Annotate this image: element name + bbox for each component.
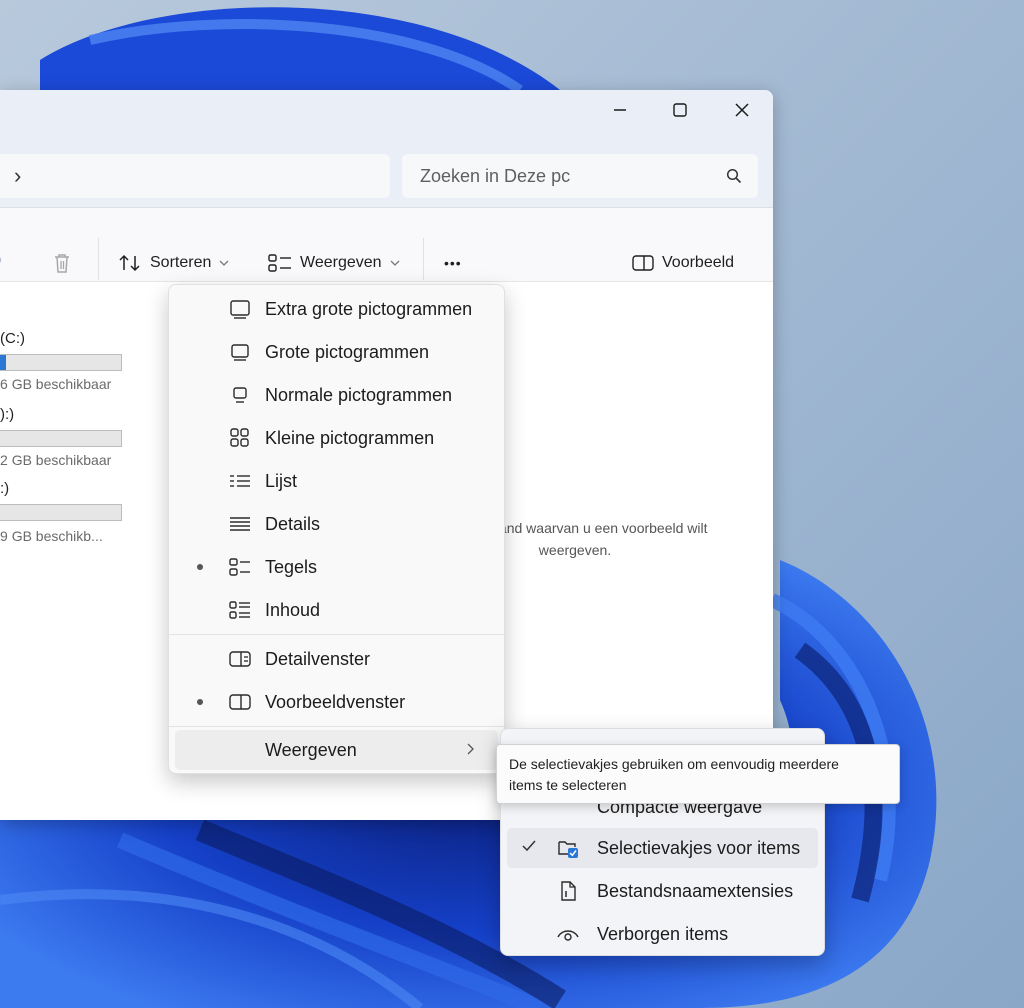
minimize-button[interactable]	[590, 90, 650, 130]
drive-usage-fill	[0, 355, 7, 370]
menu-item-preview-pane[interactable]: Voorbeeldvenster	[175, 682, 498, 722]
menu-item-label: Normale pictogrammen	[265, 385, 453, 405]
menu-item-label: Lijst	[265, 471, 298, 491]
drive-free-prefix: 2	[0, 452, 8, 468]
drive-free-prefix: 6	[0, 376, 8, 392]
menu-item-label: Inhoud	[265, 600, 321, 620]
file-extension-icon	[561, 881, 576, 901]
breadcrumb-chevron-icon[interactable]: ›	[14, 163, 21, 189]
drive-usage-bar	[0, 504, 122, 521]
menu-item-list[interactable]: Lijst	[175, 461, 498, 501]
menu-item-label: Bestandsnaamextensies	[597, 881, 794, 901]
content-icon	[229, 601, 250, 619]
large-icons-icon	[231, 344, 249, 361]
tiles-icon	[229, 558, 250, 576]
drive-usage-bar	[0, 430, 122, 447]
menu-item-show-submenu[interactable]: Weergeven	[175, 730, 498, 770]
delete-icon[interactable]	[52, 252, 72, 274]
menu-item-label: Extra grote pictogrammen	[265, 299, 473, 319]
checkmark-icon	[522, 840, 536, 852]
menu-item-label: Verborgen items	[597, 924, 729, 944]
selected-bullet-icon	[197, 699, 203, 705]
minimize-icon	[614, 109, 626, 111]
menu-separator	[169, 726, 504, 727]
search-input[interactable]: Zoeken in Deze pc	[402, 154, 758, 198]
preview-label: Voorbeeld	[662, 254, 735, 271]
title-bar	[0, 90, 773, 142]
close-icon	[735, 103, 749, 117]
drive-free-space: 9 GB beschikb...	[0, 528, 103, 544]
menu-item-content[interactable]: Inhoud	[175, 590, 498, 630]
menu-item-tiles[interactable]: Tegels	[175, 547, 498, 587]
drive-label: ):)	[0, 406, 15, 423]
maximize-button[interactable]	[650, 90, 710, 130]
sort-label: Sorteren	[150, 254, 212, 271]
menu-item-extra-large-icons[interactable]: Extra grote pictogrammen	[175, 289, 498, 329]
tiles-icon	[268, 254, 291, 272]
command-bar: Sorteren Weergeven ••• Voorbeeld	[0, 208, 773, 282]
menu-item-label: Detailvenster	[265, 649, 371, 669]
drive-free-space: 2 GB beschikbaar	[0, 452, 111, 468]
sub-item-hidden-items[interactable]: Verborgen items	[507, 914, 818, 954]
sub-item-file-extensions[interactable]: Bestandsnaamextensies	[507, 871, 818, 911]
menu-item-label: Selectievakjes voor items	[597, 838, 801, 858]
details-icon	[230, 517, 250, 531]
drive-free-text: GB beschikbaar	[11, 376, 112, 392]
drive-usage-bar	[0, 354, 122, 371]
medium-icons-icon	[233, 387, 247, 403]
selected-bullet-icon	[197, 564, 203, 570]
small-icons-icon	[230, 428, 249, 447]
menu-item-details[interactable]: Details	[175, 504, 498, 544]
maximize-icon	[673, 103, 687, 117]
tooltip-line: De selectievakjes gebruiken om eenvoudig…	[509, 756, 839, 772]
drive-free-space: 6 GB beschikbaar	[0, 376, 111, 392]
view-label: Weergeven	[300, 254, 382, 271]
tooltip-line: items te selecteren	[509, 777, 627, 793]
menu-item-label: Kleine pictogrammen	[265, 428, 435, 448]
search-icon[interactable]	[726, 168, 742, 184]
drive-label: (C:)	[0, 330, 25, 347]
toolbar-separator	[423, 238, 424, 280]
preview-pane-icon	[632, 255, 654, 271]
menu-item-label: Voorbeeldvenster	[265, 692, 406, 712]
view-button[interactable]: Weergeven	[268, 246, 400, 280]
chevron-right-icon	[467, 743, 474, 755]
menu-item-label: Tegels	[265, 557, 318, 577]
drive-free-text: GB beschikbaar	[11, 452, 112, 468]
checkbox-folder-icon	[558, 841, 578, 858]
menu-item-label: Grote pictogrammen	[265, 342, 430, 362]
details-pane-icon	[229, 651, 251, 667]
drive-free-prefix: 9	[0, 528, 8, 544]
menu-item-details-pane[interactable]: Detailvenster	[175, 639, 498, 679]
address-bar[interactable]: ›	[0, 154, 390, 198]
chevron-down-icon	[219, 260, 229, 266]
menu-item-large-icons[interactable]: Grote pictogrammen	[175, 332, 498, 372]
sort-button[interactable]: Sorteren	[118, 246, 229, 280]
search-placeholder: Zoeken in Deze pc	[420, 166, 571, 186]
address-row: › Zoeken in Deze pc	[0, 142, 773, 208]
sub-item-item-checkboxes[interactable]: Selectievakjes voor items	[507, 828, 818, 868]
share-icon[interactable]	[0, 252, 6, 270]
preview-pane-icon	[229, 694, 251, 710]
toolbar-separator	[98, 238, 99, 280]
menu-item-label: Details	[265, 514, 321, 534]
close-button[interactable]	[712, 90, 772, 130]
menu-separator	[169, 634, 504, 635]
drive-free-text: GB beschikb...	[11, 528, 103, 544]
menu-item-small-icons[interactable]: Kleine pictogrammen	[175, 418, 498, 458]
more-icon: •••	[444, 255, 462, 271]
eye-icon	[557, 930, 579, 941]
menu-item-medium-icons[interactable]: Normale pictogrammen	[175, 375, 498, 415]
chevron-down-icon	[390, 260, 399, 266]
extra-large-icons-icon	[230, 300, 250, 319]
list-icon	[230, 475, 250, 487]
sort-icon	[119, 254, 140, 272]
drive-label: :)	[0, 480, 10, 497]
menu-item-label: Weergeven	[265, 740, 357, 760]
view-dropdown-menu: Extra grote pictogrammen Grote pictogram…	[168, 284, 505, 774]
preview-pane-button[interactable]: Voorbeeld	[632, 246, 734, 280]
tooltip: De selectievakjes gebruiken om eenvoudig…	[496, 744, 900, 804]
more-options-button[interactable]: •••	[444, 246, 462, 280]
